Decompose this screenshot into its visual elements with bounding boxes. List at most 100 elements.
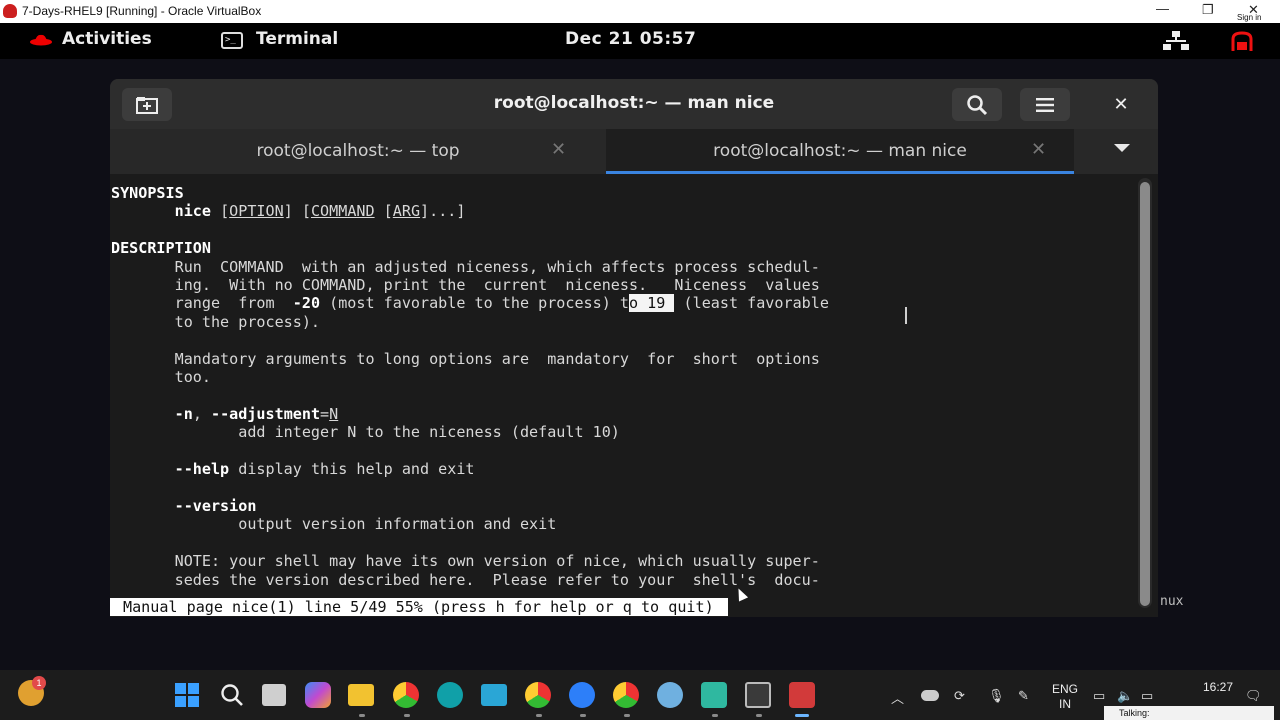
running-indicator [580,714,586,717]
running-indicator [756,714,762,717]
desc-line: Run COMMAND with an adjusted niceness, w… [174,257,820,276]
note-line: sedes the version described here. Please… [174,570,820,589]
gnome-top-bar: Activities >_ Terminal Dec 21 05:57 [0,23,1280,59]
system-clock[interactable]: 16:27 [1203,680,1233,694]
chrome-alt-icon[interactable] [613,682,639,708]
search-icon [967,94,988,115]
app-menu-terminal[interactable]: Terminal [256,29,338,49]
microphone-icon[interactable]: 🎙 [988,688,1005,704]
mandatory-line: Mandatory arguments to long options are … [174,349,820,368]
text-selection: o 19 [629,294,675,313]
virtualbox-app-icon [3,4,17,18]
option-help-desc: display this help and exit [229,460,475,479]
hamburger-icon [1036,97,1054,112]
synopsis-arg: ARG [392,202,421,221]
chrome-icon[interactable] [393,682,419,708]
tab-label: root@localhost:~ — man nice [713,141,967,161]
paint-icon[interactable] [657,682,683,708]
scrollbar-thumb[interactable] [1140,182,1150,606]
desc-line: ing. With no COMMAND, print the current … [174,276,820,295]
region-code: IN [1059,697,1071,711]
option-n-long: --adjustment [211,404,321,423]
redhat-logo-icon [30,34,52,46]
show-hidden-icons-icon[interactable]: ︿ [891,688,904,707]
minimize-button[interactable]: — [1156,1,1169,16]
task-view-icon[interactable] [262,684,286,706]
desc-line: (least favorable [674,294,829,313]
desc-line: to the process). [174,312,321,331]
arduino-icon[interactable] [437,682,463,708]
battery-icon[interactable]: ▭ [1141,688,1153,704]
terminal-content[interactable]: SYNOPSIS nice [OPTION] [COMMAND [ARG]...… [110,174,1158,617]
man-status-line: Manual page nice(1) line 5/49 55% (press… [110,598,728,616]
option-n-desc: add integer N to the niceness (default 1… [238,423,620,442]
copilot-icon[interactable] [305,682,331,708]
input-language[interactable]: ENG IN [1052,682,1078,712]
virtualbox-titlebar: 7-Days-RHEL9 [Running] - Oracle VirtualB… [0,0,1280,23]
note-line: NOTE: your shell may have its own versio… [174,552,820,571]
tab-bar: root@localhost:~ — top ✕ root@localhost:… [110,129,1158,174]
clock[interactable]: Dec 21 05:57 [565,29,696,49]
synopsis-command-name: nice [174,202,211,221]
talking-indicator: Talking: [1104,706,1274,720]
notification-badge: 1 [32,676,46,690]
option-n-arg: N [329,404,339,423]
zoom-icon[interactable] [569,682,595,708]
virtualbox-taskbar-icon[interactable] [789,682,815,708]
running-indicator [624,714,630,717]
file-explorer-icon[interactable] [348,684,374,706]
search-button[interactable] [952,88,1002,121]
visual-studio-icon[interactable] [701,682,727,708]
volume-icon[interactable]: 🔈 [1117,688,1133,704]
terminal-app-icon: >_ [221,32,243,49]
desc-bold-value: -20 [292,294,321,313]
notifications-icon[interactable]: 🗨 [1245,688,1262,704]
remote-desktop-icon[interactable] [481,684,507,706]
mandatory-line: too. [174,368,211,387]
network-status-icon[interactable]: ▭ [1093,688,1105,704]
tab-man-nice[interactable]: root@localhost:~ — man nice ✕ [606,129,1074,174]
option-n-short: -n [174,404,193,423]
windows-taskbar: 1 ︿ ⟳ 🎙 ✎ ENG IN ▭ 🔈 ▭ 16:27 🗨 [0,670,1280,720]
language-code: ENG [1052,682,1079,696]
sign-in-link[interactable]: Sign in [1237,13,1261,22]
maximize-button[interactable]: ❐ [1202,2,1214,18]
option-version-desc: output version information and exit [238,515,557,534]
system-menu-icon[interactable] [1229,31,1255,53]
running-indicator [359,714,365,717]
terminal-taskbar-icon[interactable] [745,682,771,708]
running-indicator [536,714,542,717]
option-help: --help [174,460,230,479]
tab-top[interactable]: root@localhost:~ — top ✕ [110,129,606,174]
running-indicator [404,714,410,717]
network-icon[interactable] [1163,31,1189,51]
activities-button[interactable]: Activities [62,29,152,49]
hamburger-menu-button[interactable] [1020,88,1070,121]
synopsis-option: OPTION [229,202,284,221]
terminal-headerbar: root@localhost:~ — man nice ✕ [110,79,1158,129]
tab-close-icon[interactable]: ✕ [551,139,566,160]
tab-close-icon[interactable]: ✕ [1031,139,1046,160]
synopsis-command: COMMAND [310,202,375,221]
active-indicator [795,714,809,717]
start-icon[interactable] [174,682,200,708]
desktop-partial-text: nux [1160,594,1184,609]
terminal-window: root@localhost:~ — man nice ✕ root@local… [110,79,1158,617]
onedrive-icon[interactable] [921,690,939,701]
man-page-text[interactable]: SYNOPSIS nice [OPTION] [COMMAND [ARG]...… [111,184,829,589]
tab-list-dropdown-icon[interactable] [1114,144,1130,152]
option-version: --version [174,496,257,515]
running-indicator [712,714,718,717]
search-icon[interactable] [219,682,245,708]
pen-icon[interactable]: ✎ [1018,688,1029,704]
virtualbox-window-title: 7-Days-RHEL9 [Running] - Oracle VirtualB… [22,4,262,18]
tab-label: root@localhost:~ — top [256,141,460,161]
description-heading: DESCRIPTION [111,239,211,258]
text-cursor-icon [905,307,907,324]
sync-icon[interactable]: ⟳ [954,688,965,704]
chrome-profile-icon[interactable] [525,682,551,708]
desc-line: range from [174,294,293,313]
terminal-close-button[interactable]: ✕ [1106,91,1136,117]
synopsis-heading: SYNOPSIS [111,184,184,202]
desc-line: (most favorable to the process) t [320,294,629,313]
